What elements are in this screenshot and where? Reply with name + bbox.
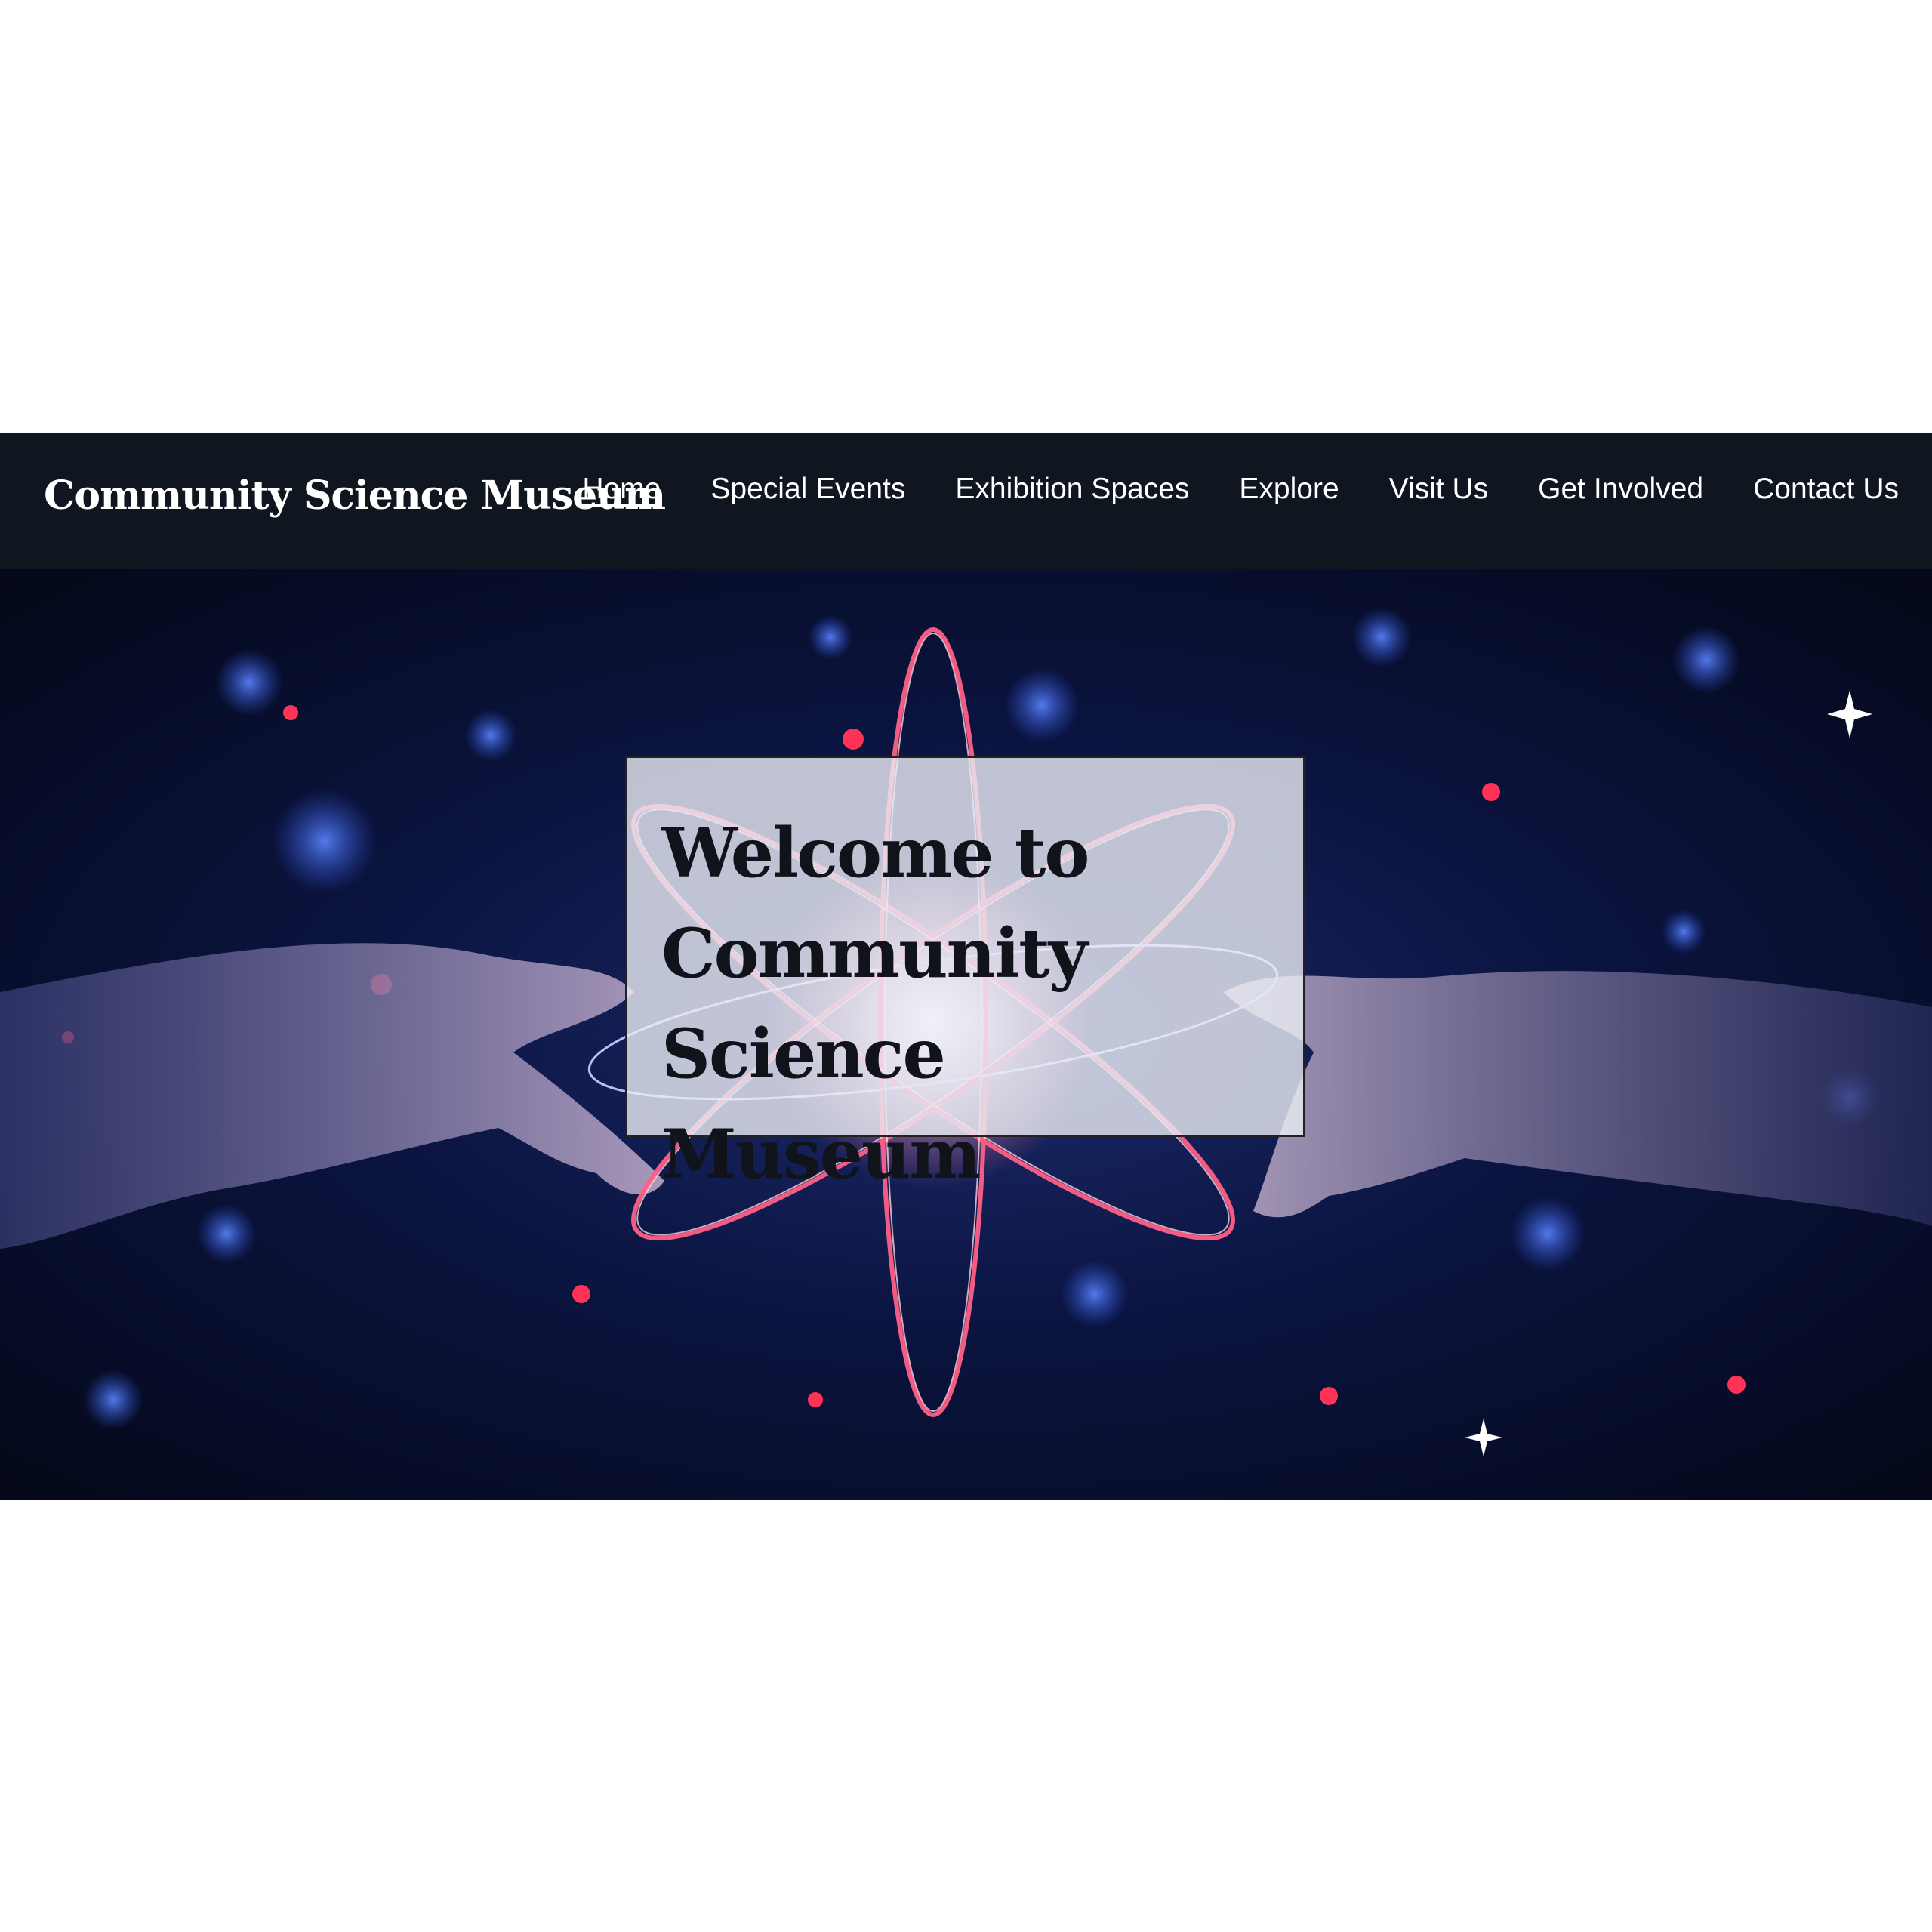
navbar: Community Science Museum Home Special Ev… — [0, 433, 1932, 569]
nav-explore[interactable]: Explore — [1239, 473, 1339, 506]
site-brand[interactable]: Community Science Museum — [44, 473, 666, 519]
main-nav: Home Special Events Exhibition Spaces Ex… — [582, 473, 1899, 506]
nav-special-events[interactable]: Special Events — [710, 473, 905, 506]
nav-exhibition-spaces[interactable]: Exhibition Spaces — [955, 473, 1189, 506]
nav-home[interactable]: Home — [582, 473, 661, 506]
welcome-box: Welcome to Community Science Museum — [625, 756, 1305, 1194]
nav-visit-us[interactable]: Visit Us — [1389, 473, 1488, 506]
nav-contact-us[interactable]: Contact Us — [1753, 473, 1899, 506]
page: Community Science Museum Home Special Ev… — [0, 0, 1932, 1932]
nav-get-involved[interactable]: Get Involved — [1538, 473, 1703, 506]
hero-heading: Welcome to Community Science Museum — [661, 813, 1089, 1194]
